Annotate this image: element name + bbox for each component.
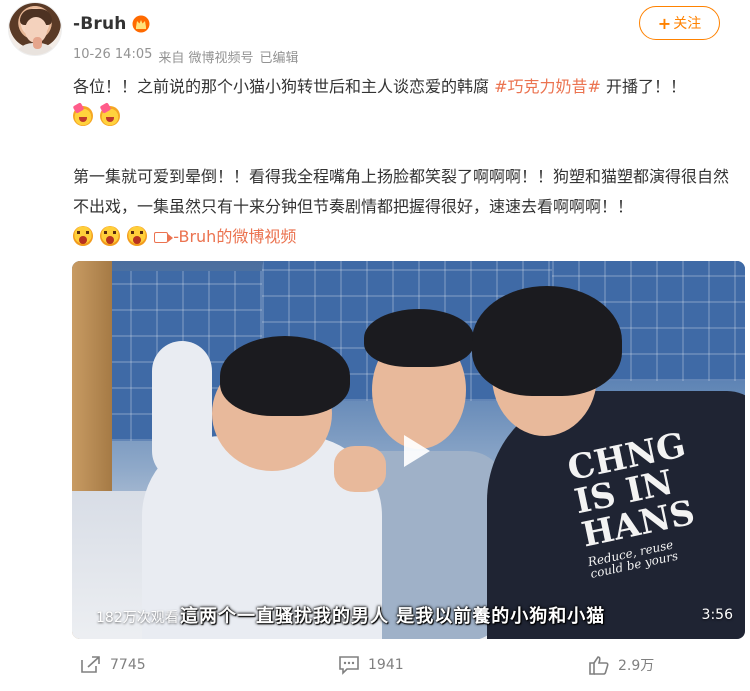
repost-button[interactable]: 7745 — [80, 650, 146, 680]
video-scene-hand-left — [334, 446, 386, 492]
emoji-link-row: -Bruh的微博视频 — [73, 222, 743, 252]
video-player[interactable]: CHNG IS IN HANS Reduce, reuse could be y… — [72, 261, 745, 639]
video-scene-hair-left — [220, 336, 350, 416]
post-text-intro: 各位！！之前说的那个小猫小狗转世后和主人谈恋爱的韩腐 — [73, 77, 495, 96]
post-paragraph-2-text: 第一集就可爱到晕倒！！看得我全程嘴角上扬脸都笑裂了啊啊啊！！狗塑和猫塑都演得很自… — [73, 167, 730, 216]
post-source: 来自 微博视频号 — [158, 51, 254, 66]
like-count: 2.9万 — [618, 658, 655, 674]
video-link-label: -Bruh的微博视频 — [173, 227, 297, 246]
video-scene-hair-center — [364, 309, 474, 367]
play-icon[interactable] — [388, 427, 434, 473]
comment-button[interactable]: 1941 — [338, 650, 404, 680]
post-paragraph-2: 第一集就可爱到晕倒！！看得我全程嘴角上扬脸都笑裂了啊啊啊！！狗塑和猫塑都演得很自… — [73, 162, 743, 222]
repost-icon — [80, 655, 102, 675]
video-subtitle: 這两个一直骚扰我的男人 是我以前養的小狗和小猫 — [180, 606, 606, 627]
follow-button[interactable]: + 关注 — [639, 6, 720, 40]
like-button[interactable]: 2.9万 — [588, 650, 654, 680]
video-link[interactable]: -Bruh的微博视频 — [154, 227, 296, 246]
shocked-emoji-icon — [73, 226, 93, 246]
video-camera-icon — [154, 232, 174, 243]
post-time[interactable]: 10-26 14:05 — [73, 47, 152, 66]
celebrate-emoji-icon — [100, 106, 121, 126]
repost-count: 7745 — [110, 657, 146, 673]
post-edited-label[interactable]: 已编辑 — [260, 47, 299, 66]
post-line-1: 各位！！之前说的那个小猫小狗转世后和主人谈恋爱的韩腐 #巧克力奶昔# 开播了！！ — [73, 72, 743, 102]
avatar-hand — [33, 37, 42, 49]
post-meta: 10-26 14:05 来自 微博视频号 已编辑 — [73, 47, 299, 66]
view-count: 182万次观看 — [96, 610, 179, 626]
video-scene-hair-right — [472, 286, 622, 396]
video-scene-arm-left — [152, 341, 212, 481]
comment-count: 1941 — [368, 657, 404, 673]
hashtag-link[interactable]: #巧克力奶昔# — [494, 77, 601, 96]
weibo-post-card: -Bruh 10-26 14:05 来自 微博视频号 已编辑 + 关注 各位！！… — [0, 0, 750, 691]
action-bar: 7745 1941 2.9万 — [0, 650, 750, 684]
shocked-emoji-icon — [127, 226, 148, 246]
username-row: -Bruh — [73, 14, 150, 34]
vip-crown-icon[interactable] — [132, 15, 150, 33]
post-text-outro: 开播了！！ — [600, 77, 687, 96]
comment-icon — [338, 655, 360, 675]
emoji-row-1 — [73, 102, 743, 132]
post-text: 各位！！之前说的那个小猫小狗转世后和主人谈恋爱的韩腐 #巧克力奶昔# 开播了！！… — [73, 72, 743, 252]
thumbs-up-icon — [588, 655, 610, 675]
follow-label: 关注 — [673, 16, 702, 32]
shocked-emoji-icon — [100, 226, 121, 246]
plus-icon: + — [657, 13, 672, 33]
celebrate-emoji-icon — [73, 106, 93, 126]
username[interactable]: -Bruh — [73, 14, 127, 34]
video-duration: 3:56 — [701, 607, 733, 623]
user-avatar[interactable] — [8, 2, 62, 56]
